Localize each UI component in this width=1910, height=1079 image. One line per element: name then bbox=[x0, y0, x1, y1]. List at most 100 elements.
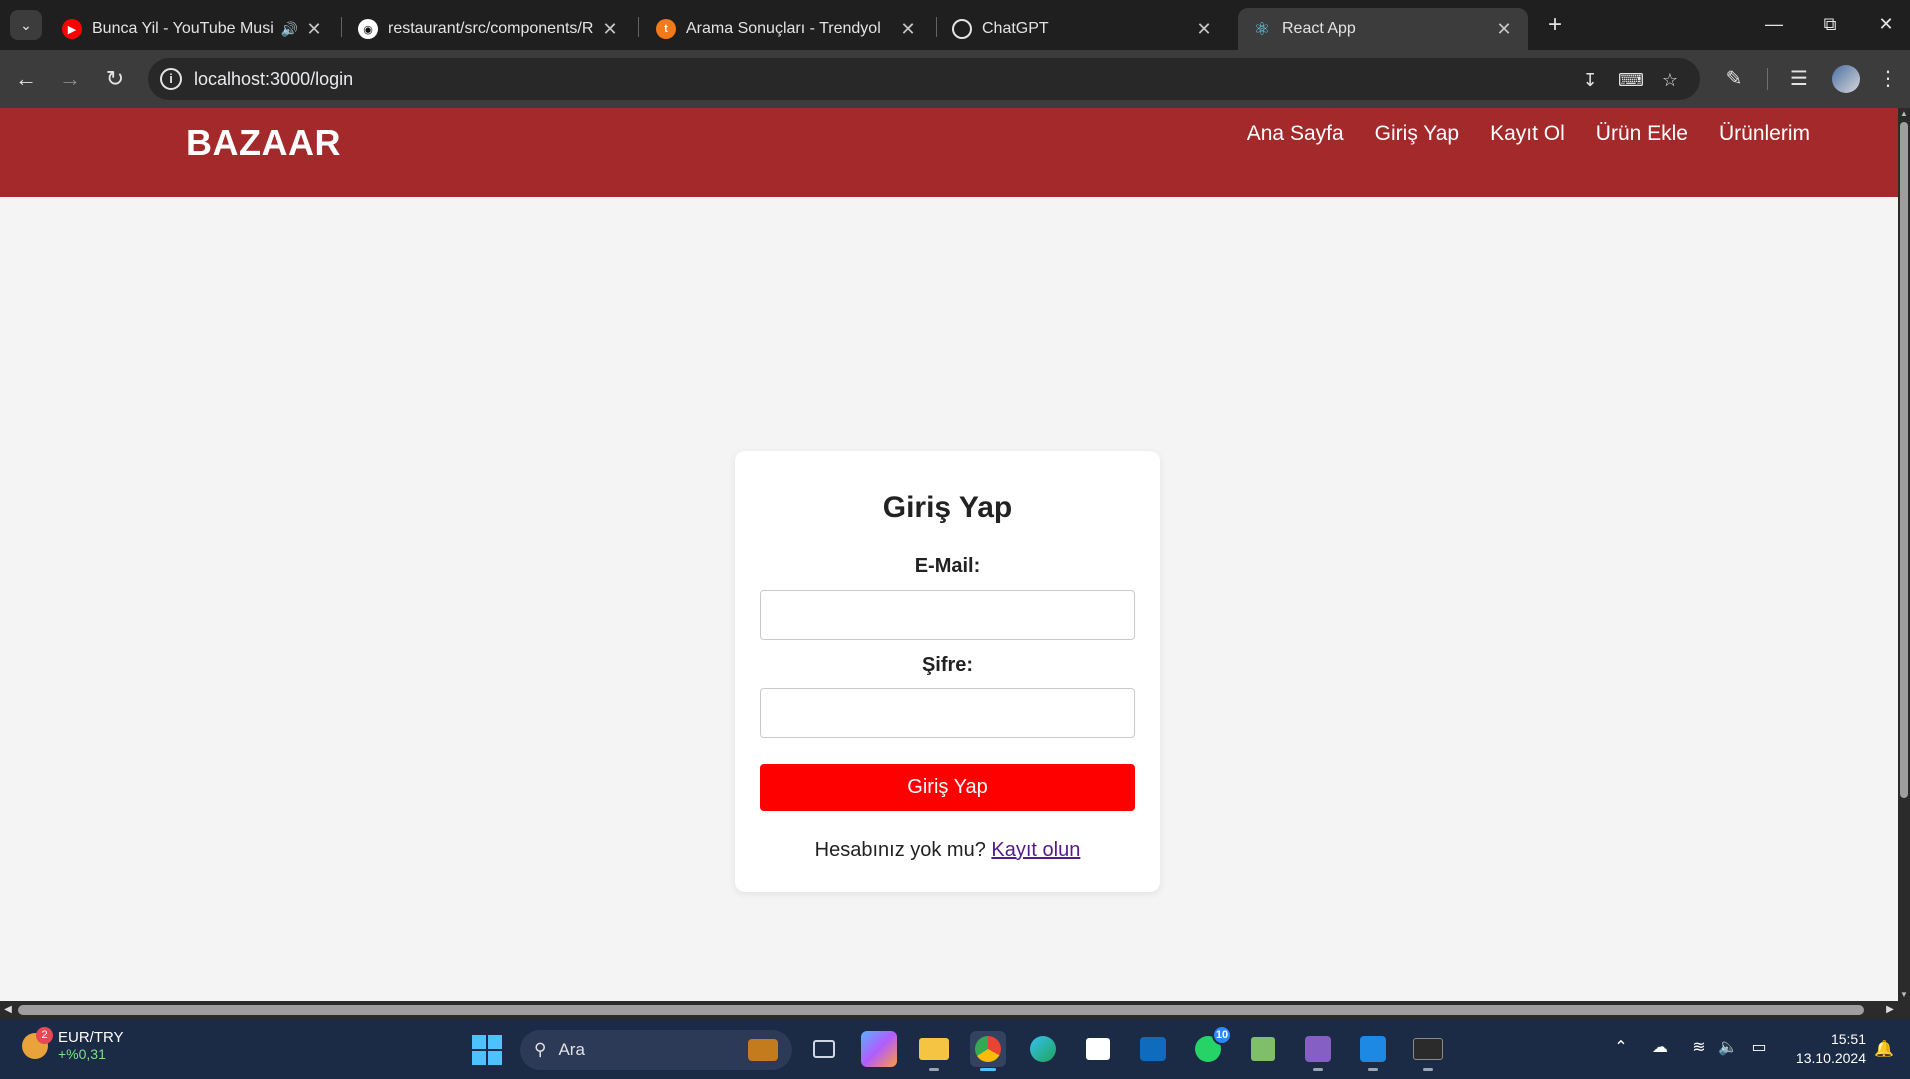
email-field[interactable] bbox=[760, 590, 1135, 640]
youtube-music-icon: ▶ bbox=[62, 19, 82, 39]
currency-widget[interactable]: 2 EUR/TRY +%0,31 bbox=[22, 1026, 124, 1062]
scroll-right-icon[interactable]: ▶ bbox=[1882, 1001, 1898, 1019]
tab-search-button[interactable]: ⌄ bbox=[10, 10, 42, 40]
reload-button[interactable]: ↻ bbox=[99, 63, 131, 95]
horizontal-scrollbar[interactable]: ◀ ▶ bbox=[0, 1001, 1898, 1019]
edge-icon[interactable] bbox=[1025, 1031, 1061, 1067]
toolbar-divider bbox=[1767, 68, 1768, 90]
scroll-down-icon[interactable]: ▼ bbox=[1898, 989, 1910, 1001]
password-field[interactable] bbox=[760, 688, 1135, 738]
profile-avatar[interactable] bbox=[1832, 65, 1860, 93]
url-text[interactable]: localhost:3000/login bbox=[194, 69, 353, 90]
tab-title: React App bbox=[1282, 20, 1356, 37]
widget-badge: 2 bbox=[36, 1026, 53, 1044]
github-icon: ◉ bbox=[358, 19, 378, 39]
close-window-button[interactable]: ✕ bbox=[1866, 8, 1906, 40]
extensions-icon[interactable]: ✎ bbox=[1720, 64, 1748, 94]
bookmark-star-icon[interactable]: ☆ bbox=[1658, 68, 1682, 92]
menu-kebab-icon[interactable]: ⋮ bbox=[1874, 64, 1902, 94]
terminal-icon[interactable] bbox=[1410, 1031, 1446, 1071]
nav-link-my-products[interactable]: Ürünlerim bbox=[1719, 122, 1810, 146]
taskbar-search[interactable]: ⚲ Ara bbox=[520, 1030, 792, 1070]
close-tab-icon[interactable]: ✕ bbox=[304, 19, 324, 40]
address-bar[interactable]: i localhost:3000/login ↧ ⌨ ☆ bbox=[148, 58, 1700, 100]
tab-chatgpt[interactable]: ChatGPT ✕ bbox=[938, 8, 1228, 50]
tab-youtube-music[interactable]: ▶ Bunca Yil - YouTube Music 🔊 ✕ bbox=[48, 8, 338, 50]
vscode-glyph bbox=[1360, 1036, 1386, 1062]
notification-bell-icon[interactable]: 🔔 bbox=[1874, 1039, 1894, 1059]
photo-editor-icon[interactable] bbox=[1245, 1031, 1281, 1067]
task-view-icon[interactable] bbox=[806, 1031, 842, 1067]
chrome-icon[interactable] bbox=[970, 1031, 1006, 1071]
nav-link-home[interactable]: Ana Sayfa bbox=[1247, 122, 1344, 146]
system-clock[interactable]: 15:51 13.10.2024 bbox=[1780, 1030, 1866, 1068]
visual-studio-glyph bbox=[1305, 1036, 1331, 1062]
scroll-up-icon[interactable]: ▲ bbox=[1898, 108, 1910, 120]
forward-button[interactable]: → bbox=[54, 63, 86, 95]
back-button[interactable]: ← bbox=[10, 63, 42, 95]
file-explorer-icon[interactable] bbox=[916, 1031, 952, 1071]
windows-logo-icon bbox=[488, 1051, 502, 1065]
close-tab-icon[interactable]: ✕ bbox=[600, 19, 620, 40]
battery-icon[interactable]: ▭ bbox=[1748, 1037, 1770, 1057]
vertical-scrollbar[interactable]: ▲ ▼ bbox=[1898, 108, 1910, 1001]
chatgpt-icon bbox=[952, 19, 972, 39]
login-card: Giriş Yap E-Mail: Şifre: Giriş Yap Hesab… bbox=[735, 451, 1160, 892]
tab-title: Bunca Yil - YouTube Music bbox=[92, 20, 273, 37]
store-glyph bbox=[1086, 1038, 1110, 1060]
vscode-icon[interactable] bbox=[1355, 1031, 1391, 1071]
signup-prompt-text: Hesabınız yok mu? bbox=[814, 839, 986, 861]
nav-link-register[interactable]: Kayıt Ol bbox=[1490, 122, 1565, 146]
whatsapp-badge: 10 bbox=[1212, 1025, 1232, 1045]
widget-title: EUR/TRY bbox=[58, 1029, 124, 1046]
new-tab-button[interactable]: + bbox=[1540, 10, 1570, 40]
tab-divider bbox=[341, 17, 342, 37]
close-tab-icon[interactable]: ✕ bbox=[1194, 19, 1214, 40]
currency-widget-icon: 2 bbox=[22, 1026, 53, 1059]
onedrive-icon[interactable]: ☁ bbox=[1649, 1037, 1671, 1057]
signup-link[interactable]: Kayıt olun bbox=[991, 839, 1080, 861]
app-header: BAZAAR Ana Sayfa Giriş Yap Kayıt Ol Ürün… bbox=[0, 108, 1898, 197]
arrow-right-icon: → bbox=[59, 66, 81, 91]
media-control-icon[interactable]: ☰ bbox=[1785, 64, 1813, 94]
tab-title: Arama Sonuçları - Trendyol bbox=[686, 20, 881, 37]
vertical-scroll-thumb[interactable] bbox=[1900, 122, 1908, 798]
wifi-icon[interactable]: ≋ bbox=[1688, 1037, 1710, 1057]
minimize-icon: — bbox=[1765, 14, 1783, 34]
speaker-icon[interactable]: 🔊 bbox=[281, 21, 298, 38]
close-tab-icon[interactable]: ✕ bbox=[898, 19, 918, 40]
tab-divider bbox=[638, 17, 639, 37]
scroll-left-icon[interactable]: ◀ bbox=[0, 1001, 16, 1019]
close-tab-icon[interactable]: ✕ bbox=[1494, 19, 1514, 40]
tab-trendyol[interactable]: t Arama Sonuçları - Trendyol ✕ bbox=[642, 8, 932, 50]
windows-logo-icon bbox=[472, 1051, 486, 1065]
nav-link-add-product[interactable]: Ürün Ekle bbox=[1596, 122, 1688, 146]
horizontal-scroll-thumb[interactable] bbox=[18, 1005, 1864, 1015]
minimize-button[interactable]: — bbox=[1754, 8, 1794, 40]
password-label: Şifre: bbox=[921, 654, 974, 676]
reload-icon: ↻ bbox=[105, 66, 125, 91]
chrome-glyph bbox=[975, 1036, 1001, 1062]
login-submit-button[interactable]: Giriş Yap bbox=[760, 764, 1135, 811]
restore-button[interactable]: ⧉ bbox=[1810, 8, 1850, 40]
copilot-icon[interactable] bbox=[861, 1031, 897, 1067]
translate-icon[interactable]: ⌨ bbox=[1618, 68, 1644, 92]
search-icon: ⚲ bbox=[534, 1040, 547, 1059]
store-icon[interactable] bbox=[1080, 1031, 1116, 1067]
brand-logo[interactable]: BAZAAR bbox=[186, 122, 341, 164]
browser-toolbar: ← → ↻ i localhost:3000/login ↧ ⌨ ☆ ✎ ☰ ⋮ bbox=[0, 50, 1910, 108]
tray-chevron-up-icon[interactable]: ⌃ bbox=[1610, 1037, 1632, 1057]
tab-github[interactable]: ◉ restaurant/src/components/Res ✕ bbox=[344, 8, 634, 50]
volume-icon[interactable]: 🔈 bbox=[1717, 1037, 1739, 1057]
site-info-icon[interactable]: i bbox=[160, 68, 182, 90]
windows-taskbar: 2 EUR/TRY +%0,31 ⚲ Ara 10 ⌃ ☁ ≋ 🔈 ▭ 15:5… bbox=[0, 1019, 1910, 1079]
start-button[interactable] bbox=[472, 1035, 502, 1065]
running-indicator bbox=[929, 1068, 939, 1071]
install-app-icon[interactable]: ↧ bbox=[1578, 68, 1602, 92]
whatsapp-icon[interactable]: 10 bbox=[1190, 1025, 1232, 1067]
trendyol-icon: t bbox=[656, 19, 676, 39]
nav-link-login[interactable]: Giriş Yap bbox=[1375, 122, 1459, 146]
visual-studio-icon[interactable] bbox=[1300, 1031, 1336, 1071]
outlook-icon[interactable] bbox=[1135, 1031, 1171, 1067]
tab-react-app[interactable]: ⚛ React App ✕ bbox=[1238, 8, 1528, 50]
